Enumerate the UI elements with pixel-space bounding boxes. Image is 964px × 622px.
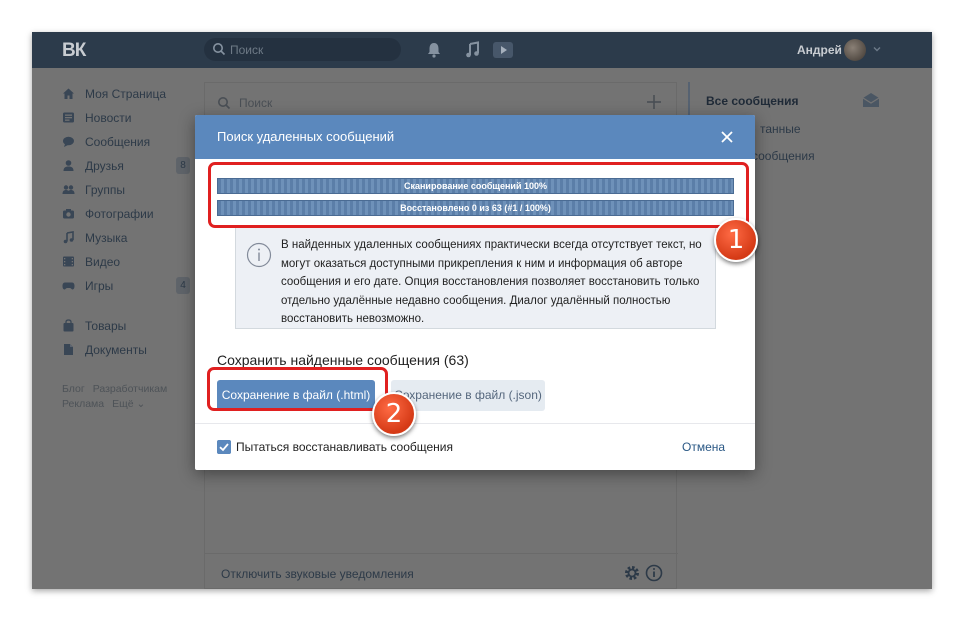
plus-icon[interactable] <box>645 93 663 111</box>
sidebar-item-music[interactable]: Музыка <box>58 226 218 250</box>
gamepad-icon <box>62 282 75 290</box>
sidebar-item-label: Группы <box>85 183 125 197</box>
button-highlight-frame <box>207 367 388 411</box>
video-icon <box>63 256 74 267</box>
friends-count-badge: 8 <box>176 157 190 174</box>
info-notice: В найденных удаленных сообщениях практич… <box>235 225 716 329</box>
top-bar: ВК Поиск Андрей <box>32 32 932 68</box>
footer-link-ads[interactable]: Реклама <box>62 398 104 410</box>
dialog-header: Поиск удаленных сообщений <box>195 115 755 159</box>
bell-icon[interactable] <box>425 41 443 59</box>
dialog-footer: Пытаться восстанавливать сообщения Отмен… <box>195 423 755 470</box>
top-search-placeholder: Поиск <box>230 43 264 57</box>
sidebar-item-friends[interactable]: Друзья 8 <box>58 154 218 178</box>
left-sidebar: Моя Страница Новости Сообщения Друзья 8 … <box>58 82 218 362</box>
step-badge-1: 1 <box>714 218 758 262</box>
filter-important[interactable]: сообщения <box>752 149 815 163</box>
info-circle-icon <box>246 242 272 268</box>
music-note-icon[interactable] <box>464 41 482 59</box>
music-icon <box>63 231 74 244</box>
sidebar-item-news[interactable]: Новости <box>58 106 218 130</box>
messages-panel-footer: Отключить звуковые уведомления <box>205 553 678 589</box>
chevron-down-icon[interactable] <box>872 44 882 54</box>
footer-link-more[interactable]: Ещё ⌄ <box>112 398 145 410</box>
sidebar-item-label: Друзья <box>85 159 124 173</box>
footer-link-developers[interactable]: Разработчикам <box>93 383 168 395</box>
sidebar-item-label: Видео <box>85 255 121 269</box>
mail-icon[interactable] <box>862 92 880 108</box>
bag-icon <box>63 319 74 332</box>
step-badge-2: 2 <box>372 392 416 436</box>
sidebar-item-label: Фотографии <box>85 207 154 221</box>
groups-icon <box>62 185 75 194</box>
footer-links: Блог Разработчикам Реклама Ещё ⌄ <box>62 382 202 412</box>
progress-highlight-frame <box>208 162 749 228</box>
sidebar-item-label: Музыка <box>85 231 128 245</box>
avatar[interactable] <box>844 39 866 61</box>
close-icon[interactable] <box>719 129 735 145</box>
messages-search-placeholder: Поиск <box>239 96 273 110</box>
home-icon <box>63 88 74 99</box>
sidebar-item-photos[interactable]: Фотографии <box>58 202 218 226</box>
sidebar-item-groups[interactable]: Группы <box>58 178 218 202</box>
filter-all-messages[interactable]: Все сообщения <box>706 94 799 108</box>
footer-link-blog[interactable]: Блог <box>62 383 85 395</box>
info-text: В найденных удаленных сообщениях практич… <box>281 239 702 325</box>
sidebar-divider <box>58 298 218 314</box>
search-icon <box>213 43 226 56</box>
vk-logo[interactable]: ВК <box>62 40 92 61</box>
filter-unread[interactable]: танные <box>760 122 801 136</box>
sidebar-item-label: Сообщения <box>85 135 151 149</box>
document-icon <box>64 344 73 355</box>
sidebar-item-label: Моя Страница <box>85 87 167 101</box>
gear-icon[interactable] <box>623 564 641 582</box>
cancel-link[interactable]: Отмена <box>682 440 725 454</box>
friends-icon <box>63 160 74 171</box>
sidebar-item-goods[interactable]: Товары <box>58 314 218 338</box>
news-icon <box>63 112 74 123</box>
sidebar-item-games[interactable]: Игры 4 <box>58 274 218 298</box>
games-count-badge: 4 <box>176 277 190 294</box>
sidebar-item-documents[interactable]: Документы <box>58 338 218 362</box>
sidebar-item-messages[interactable]: Сообщения <box>58 130 218 154</box>
play-icon[interactable] <box>492 41 514 59</box>
sidebar-item-label: Документы <box>85 343 147 357</box>
disable-sound-notifications-link[interactable]: Отключить звуковые уведомления <box>221 567 414 581</box>
sidebar-item-label: Товары <box>85 319 127 333</box>
sidebar-item-my-page[interactable]: Моя Страница <box>58 82 218 106</box>
top-search-input[interactable]: Поиск <box>204 38 401 61</box>
save-section-title: Сохранить найденные сообщения (63) <box>217 352 469 368</box>
search-icon <box>218 97 231 110</box>
info-icon[interactable] <box>645 564 663 582</box>
sidebar-item-video[interactable]: Видео <box>58 250 218 274</box>
messages-icon <box>63 136 74 147</box>
sidebar-item-label: Новости <box>85 111 132 125</box>
restore-checkbox-label[interactable]: Пытаться восстанавливать сообщения <box>236 440 453 454</box>
camera-icon <box>63 209 74 219</box>
browser-viewport: ВК Поиск Андрей Моя Страница Новости Соо… <box>32 32 932 589</box>
sidebar-item-label: Игры <box>85 279 114 293</box>
user-name[interactable]: Андрей <box>797 43 842 57</box>
restore-checkbox[interactable] <box>217 440 231 454</box>
dialog-title: Поиск удаленных сообщений <box>217 129 395 144</box>
